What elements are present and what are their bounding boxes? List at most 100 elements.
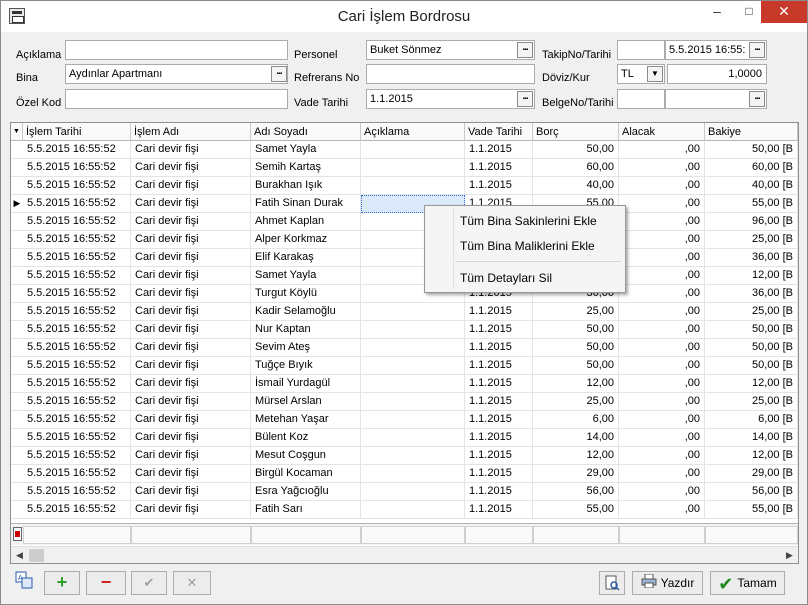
cell-adi-soyadi[interactable]: Kadir Selamoğlu [251,303,361,321]
cell-alacak[interactable]: ,00 [619,141,705,159]
table-row[interactable]: ▶ 5.5.2015 16:55:52 Cari devir fişi Fatih S… [11,195,798,213]
table-row[interactable]: 5.5.2015 16:55:52 Cari devir fişi Turgut K… [11,285,798,303]
cell-aciklama[interactable] [361,465,465,483]
cell-borc[interactable]: 55,00 [533,501,619,519]
cell-vade-tarihi[interactable]: 1.1.2015 [465,465,533,483]
cell-alacak[interactable]: ,00 [619,411,705,429]
cell-islem-tarihi[interactable]: 5.5.2015 16:55:52 [23,249,131,267]
cell-adi-soyadi[interactable]: Burakhan Işık [251,177,361,195]
row-indicator[interactable] [11,267,23,285]
col-header-bakiye[interactable]: Bakiye [705,123,798,141]
cell-bakiye[interactable]: 25,00 [B [705,303,798,321]
cell-islem-tarihi[interactable]: 5.5.2015 16:55:52 [23,267,131,285]
cell-vade-tarihi[interactable]: 1.1.2015 [465,501,533,519]
cell-alacak[interactable]: ,00 [619,393,705,411]
ozelkod-field[interactable] [65,89,288,109]
bina-field[interactable]: Aydınlar Apartmanı [65,64,288,84]
cell-islem-tarihi[interactable]: 5.5.2015 16:55:52 [23,501,131,519]
col-header-alacak[interactable]: Alacak [619,123,705,141]
cell-alacak[interactable]: ,00 [619,249,705,267]
cell-islem-tarihi[interactable]: 5.5.2015 16:55:52 [23,447,131,465]
cell-borc[interactable]: 14,00 [533,429,619,447]
cell-islem-tarihi[interactable]: 5.5.2015 16:55:52 [23,141,131,159]
cell-aciklama[interactable] [361,303,465,321]
cell-aciklama[interactable] [361,393,465,411]
cell-islem-tarihi[interactable]: 5.5.2015 16:55:52 [23,285,131,303]
cell-alacak[interactable]: ,00 [619,465,705,483]
cell-vade-tarihi[interactable]: 1.1.2015 [465,447,533,465]
cell-vade-tarihi[interactable]: 1.1.2015 [465,177,533,195]
col-header-islem-adi[interactable]: İşlem Adı [131,123,251,141]
cell-alacak[interactable]: ,00 [619,285,705,303]
doviz-dropdown-icon[interactable]: ▼ [647,66,663,82]
cell-islem-tarihi[interactable]: 5.5.2015 16:55:52 [23,195,131,213]
menu-item-add-owners[interactable]: Tüm Bina Maliklerini Ekle [428,235,622,257]
cell-islem-tarihi[interactable]: 5.5.2015 16:55:52 [23,177,131,195]
cell-islem-tarihi[interactable]: 5.5.2015 16:55:52 [23,231,131,249]
col-header-aciklama[interactable]: Açıklama [361,123,465,141]
row-indicator[interactable] [11,321,23,339]
cell-bakiye[interactable]: 55,00 [B [705,195,798,213]
cell-adi-soyadi[interactable]: Sevim Ateş [251,339,361,357]
cell-alacak[interactable]: ,00 [619,375,705,393]
cell-islem-tarihi[interactable]: 5.5.2015 16:55:52 [23,483,131,501]
cell-aciklama[interactable] [361,375,465,393]
cell-alacak[interactable]: ,00 [619,195,705,213]
cell-islem-adi[interactable]: Cari devir fişi [131,339,251,357]
row-indicator[interactable] [11,177,23,195]
cell-alacak[interactable]: ,00 [619,213,705,231]
aciklama-field[interactable] [65,40,288,60]
cell-vade-tarihi[interactable]: 1.1.2015 [465,357,533,375]
filter-cell[interactable] [361,526,465,544]
vade-field[interactable]: 1.1.2015 [366,89,535,109]
table-row[interactable]: 5.5.2015 16:55:52 Cari devir fişi Semih Ka… [11,159,798,177]
table-row[interactable]: 5.5.2015 16:55:52 Cari devir fişi Mesut Co… [11,447,798,465]
cell-adi-soyadi[interactable]: Semih Kartaş [251,159,361,177]
cell-bakiye[interactable]: 56,00 [B [705,483,798,501]
detail-grid[interactable]: ▼ İşlem Tarihi İşlem Adı Adı Soyadı Açık… [10,122,799,564]
cell-bakiye[interactable]: 36,00 [B [705,285,798,303]
cell-islem-tarihi[interactable]: 5.5.2015 16:55:52 [23,357,131,375]
cell-islem-tarihi[interactable]: 5.5.2015 16:55:52 [23,465,131,483]
referans-field[interactable] [366,64,535,84]
cell-vade-tarihi[interactable]: 1.1.2015 [465,375,533,393]
cell-borc[interactable]: 40,00 [533,177,619,195]
cell-bakiye[interactable]: 12,00 [B [705,447,798,465]
table-row[interactable]: 5.5.2015 16:55:52 Cari devir fişi Kadir Se… [11,303,798,321]
minimize-button[interactable]: – [703,1,731,23]
bina-lookup-button[interactable]: ... [271,66,287,82]
cell-alacak[interactable]: ,00 [619,159,705,177]
personel-field[interactable]: Buket Sönmez [366,40,535,60]
cell-alacak[interactable]: ,00 [619,357,705,375]
cell-bakiye[interactable]: 25,00 [B [705,393,798,411]
cell-aciklama[interactable] [361,321,465,339]
cancel-row-button[interactable]: ✕ [173,571,211,595]
cell-borc[interactable]: 50,00 [533,357,619,375]
table-row[interactable]: 5.5.2015 16:55:52 Cari devir fişi Tuğçe Bı… [11,357,798,375]
takip-date-button[interactable]: ... [749,42,765,58]
table-row[interactable]: 5.5.2015 16:55:52 Cari devir fişi İsmail Y… [11,375,798,393]
cell-adi-soyadi[interactable]: Alper Korkmaz [251,231,361,249]
cell-islem-adi[interactable]: Cari devir fişi [131,357,251,375]
table-row[interactable]: 5.5.2015 16:55:52 Cari devir fişi Burakhan… [11,177,798,195]
kur-field[interactable]: 1,0000 [667,64,767,84]
cell-borc[interactable]: 50,00 [533,339,619,357]
filter-cell[interactable] [705,526,798,544]
cell-islem-adi[interactable]: Cari devir fişi [131,303,251,321]
table-row[interactable]: 5.5.2015 16:55:52 Cari devir fişi Esra Yağ… [11,483,798,501]
remove-row-button[interactable]: − [86,571,126,595]
filter-cell[interactable] [251,526,361,544]
cell-alacak[interactable]: ,00 [619,267,705,285]
table-row[interactable]: 5.5.2015 16:55:52 Cari devir fişi Mürsel A… [11,393,798,411]
row-indicator[interactable] [11,339,23,357]
table-row[interactable]: 5.5.2015 16:55:52 Cari devir fişi Samet Ya… [11,267,798,285]
cell-islem-tarihi[interactable]: 5.5.2015 16:55:52 [23,375,131,393]
cell-islem-adi[interactable]: Cari devir fişi [131,321,251,339]
cell-vade-tarihi[interactable]: 1.1.2015 [465,303,533,321]
table-row[interactable]: 5.5.2015 16:55:52 Cari devir fişi Ahmet Ka… [11,213,798,231]
cell-adi-soyadi[interactable]: Metehan Yaşar [251,411,361,429]
cell-adi-soyadi[interactable]: Samet Yayla [251,267,361,285]
horizontal-scrollbar[interactable]: ◀ ▶ [11,546,798,563]
cell-adi-soyadi[interactable]: Ahmet Kaplan [251,213,361,231]
cell-islem-tarihi[interactable]: 5.5.2015 16:55:52 [23,429,131,447]
